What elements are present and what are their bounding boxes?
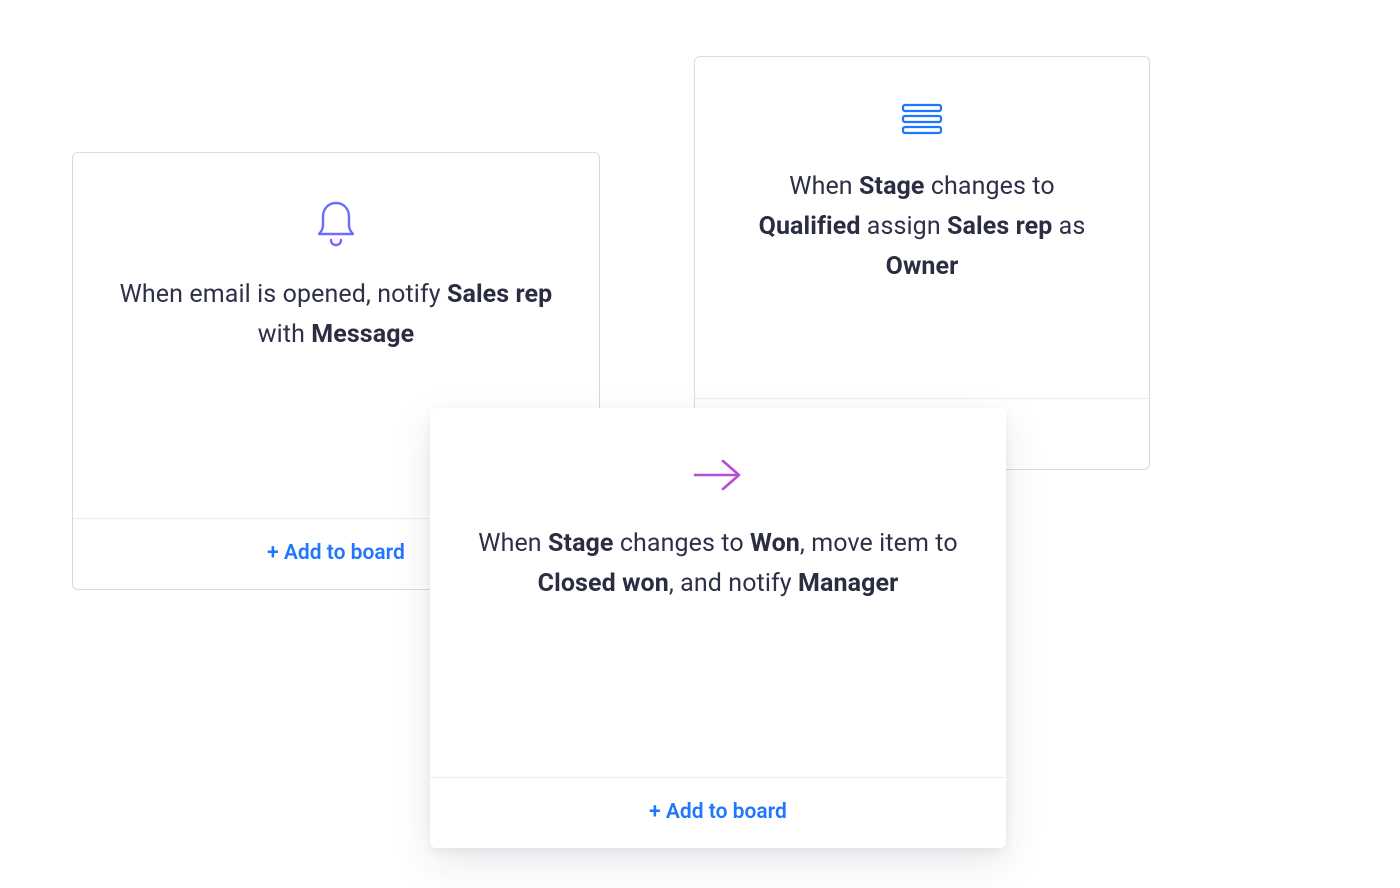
card-body: When Stage changes to Won, move item to … <box>430 408 1006 777</box>
automation-rule-text: When email is opened, notify Sales rep w… <box>115 275 557 355</box>
bell-icon <box>314 191 358 257</box>
card-body: When Stage changes to Qualified assign S… <box>695 57 1149 398</box>
automation-rule-text: When Stage changes to Qualified assign S… <box>737 167 1107 287</box>
automation-card-stage-won[interactable]: When Stage changes to Won, move item to … <box>430 408 1006 848</box>
add-to-board-button[interactable]: + Add to board <box>649 800 787 824</box>
list-icon <box>900 87 944 153</box>
automation-rule-text: When Stage changes to Won, move item to … <box>472 524 964 604</box>
automation-cards-stage: When email is opened, notify Sales rep w… <box>0 0 1400 888</box>
card-footer: + Add to board <box>430 777 1006 848</box>
add-to-board-button[interactable]: + Add to board <box>267 541 405 565</box>
arrow-right-icon <box>689 442 747 508</box>
